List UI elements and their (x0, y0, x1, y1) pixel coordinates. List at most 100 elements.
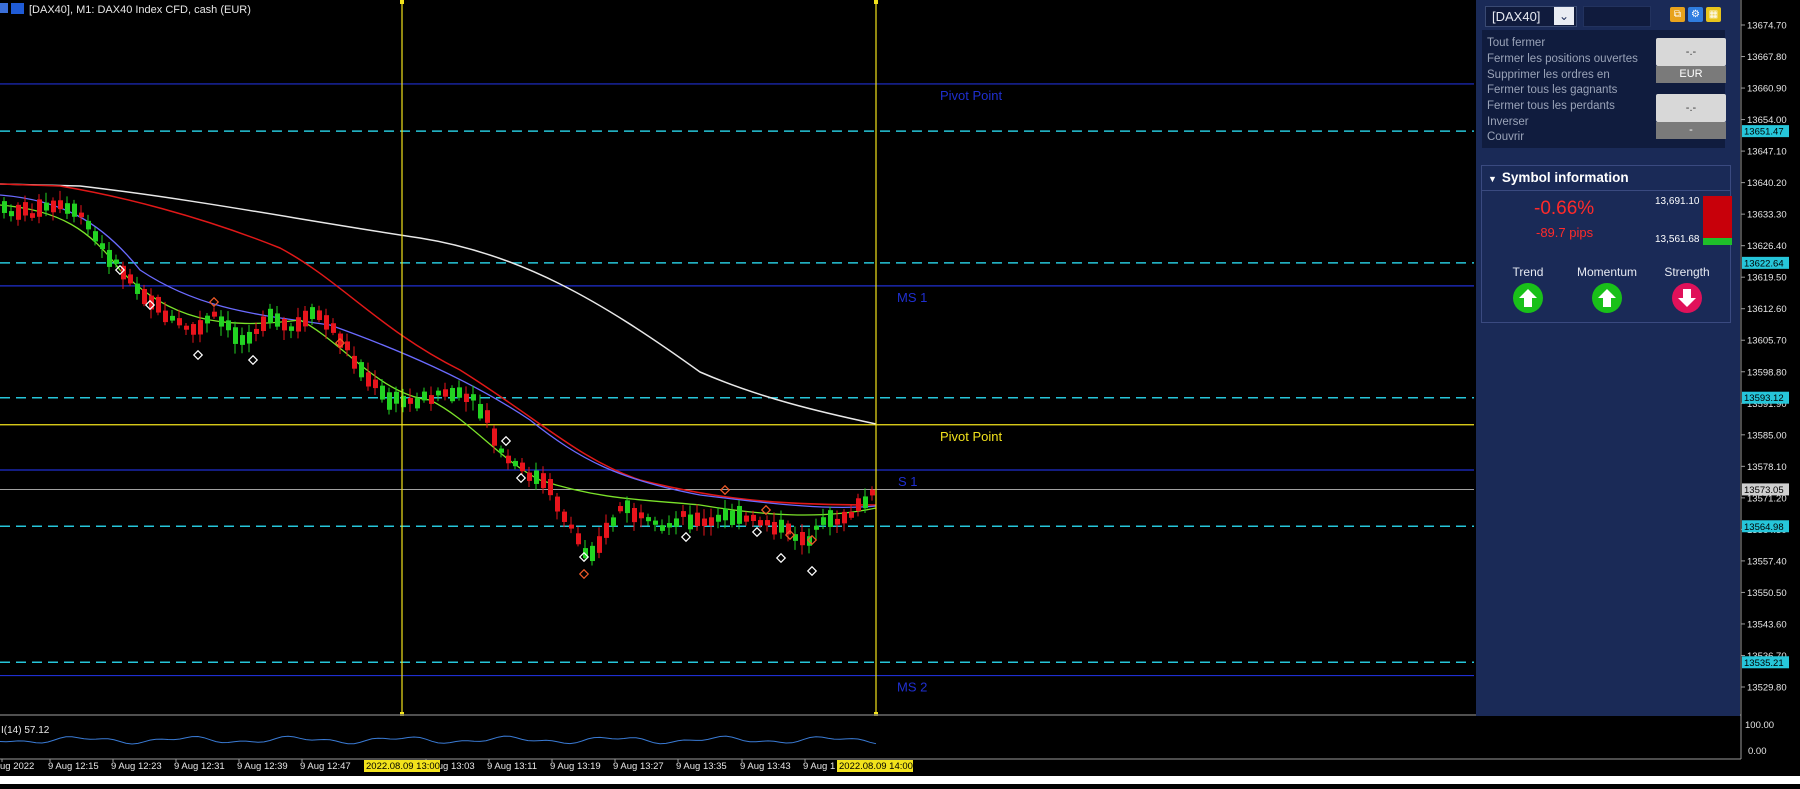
candle-body (44, 202, 49, 211)
candle-body (261, 316, 266, 332)
candle-body (632, 508, 637, 523)
menu-close-positions[interactable]: Fermer les positions ouvertes (1487, 53, 1638, 65)
time-tick-label: 9 Aug 13:11 (487, 761, 537, 772)
candle-body (373, 379, 378, 389)
volume-input[interactable] (1583, 6, 1651, 27)
time-tick-label: ug 2022 (0, 761, 34, 772)
current-price-badge-label: 13573.05 (1744, 485, 1784, 496)
candle-body (114, 259, 119, 264)
candle-body (247, 331, 252, 344)
candle-body (37, 199, 42, 217)
svg-text:[DAX40], M1: DAX40 Index CFD,: [DAX40], M1: DAX40 Index CFD, cash (EUR) (29, 4, 251, 16)
candle-body (856, 498, 861, 511)
candle-body (457, 387, 462, 398)
sell-button[interactable]: -.- (1656, 38, 1726, 66)
candle-body (352, 355, 357, 369)
price-tick-label: 13605.70 (1747, 336, 1787, 347)
menu-close-winners[interactable]: Fermer tous les gagnants (1487, 84, 1617, 96)
candle-body (625, 500, 630, 514)
range-bar-fill (1703, 238, 1732, 245)
change-pips: -89.7 pips (1536, 225, 1594, 240)
candle-body (93, 231, 98, 242)
menu-reverse[interactable]: Inverser (1487, 116, 1529, 128)
candle-body (548, 479, 553, 496)
candle-body (534, 470, 539, 484)
candle-body (387, 392, 392, 410)
time-tick-label: 9 Aug 13:27 (613, 761, 664, 772)
candle-body (772, 522, 777, 535)
candle-body (226, 320, 231, 331)
candle-body (16, 204, 21, 220)
level-label: S 1 (898, 474, 918, 489)
candle-body (667, 523, 672, 528)
price-tick-label: 13585.00 (1747, 430, 1787, 441)
menu-close-all[interactable]: Tout fermer (1487, 37, 1545, 49)
candle-body (275, 313, 280, 327)
candle-body (254, 328, 259, 334)
menu-close-losers[interactable]: Fermer tous les perdants (1487, 100, 1615, 112)
candle-body (422, 391, 427, 401)
candle-body (51, 200, 56, 213)
candle-body (100, 243, 105, 250)
chevron-down-icon[interactable]: ⌄ (1554, 7, 1574, 25)
candle-body (324, 315, 329, 330)
candle-body (555, 496, 560, 512)
candle-body (9, 211, 14, 217)
candle-body (751, 514, 756, 521)
candle-body (674, 518, 679, 527)
menu-delete-orders[interactable]: Supprimer les ordres en (1487, 69, 1610, 81)
candle-body (562, 511, 567, 522)
candle-body (443, 389, 448, 397)
change-percent: -0.66% (1534, 198, 1595, 219)
candle-body (506, 455, 511, 464)
candle-body (821, 517, 826, 525)
copy-icon[interactable]: ⧉ (1670, 7, 1685, 22)
price-tick-label: 13612.60 (1747, 304, 1787, 315)
candle-body (702, 518, 707, 527)
trade-actions: Tout fermer Fermer les positions ouverte… (1482, 30, 1726, 148)
candle-body (471, 394, 476, 401)
candle-body (450, 387, 455, 402)
candle-body (86, 220, 91, 230)
candle-body (58, 200, 63, 210)
price-tick-label: 13660.90 (1747, 84, 1787, 95)
candle-body (653, 520, 658, 525)
momentum-label: Momentum (1576, 265, 1638, 279)
candle-body (723, 508, 728, 521)
candle-body (611, 517, 616, 527)
settings-icon[interactable]: ⚙ (1688, 7, 1703, 22)
candle-body (485, 410, 490, 423)
candle-body (135, 283, 140, 294)
candle-body (541, 473, 546, 489)
candle-body (842, 511, 847, 524)
menu-hedge[interactable]: Couvrir (1487, 131, 1524, 143)
time-tick-label: 9 Aug 12:15 (48, 761, 99, 772)
symbol-info-header[interactable]: ▼ Symbol information (1482, 166, 1730, 191)
symbol-value: [DAX40] (1492, 9, 1541, 24)
price-tick-label: 13667.80 (1747, 52, 1787, 63)
time-marker-badge-label: 2022.08.09 13:00 (366, 761, 440, 772)
candle-body (870, 489, 875, 496)
cyan-level-badge-label: 13535.21 (1744, 658, 1784, 669)
candle-body (492, 428, 497, 446)
candle-body (429, 395, 434, 404)
price-tick-label: 13647.10 (1747, 147, 1787, 158)
candle-body (205, 315, 210, 324)
candle-body (191, 324, 196, 335)
candle-body (30, 213, 35, 218)
grid-icon[interactable]: ▦ (1706, 7, 1721, 22)
candle-body (779, 519, 784, 533)
cyan-level-badge-label: 13593.12 (1744, 393, 1784, 404)
level-label: Pivot Point (940, 429, 1003, 444)
candle-body (835, 518, 840, 525)
indicator-axis-min: 0.00 (1748, 746, 1767, 757)
trade-panel: [DAX40] ⌄ ⧉ ⚙ ▦ Tout fermer Fermer les p… (1476, 0, 1740, 716)
candle-body (499, 448, 504, 453)
buy-button[interactable]: -.- (1656, 94, 1726, 122)
price-tick-label: 13598.80 (1747, 367, 1787, 378)
candle-body (177, 318, 182, 326)
candle-body (513, 460, 518, 467)
buy-sub-label: - (1656, 122, 1726, 139)
collapse-triangle-icon[interactable]: ▼ (1488, 167, 1497, 191)
time-tick-label: 9 Aug 13:35 (676, 761, 727, 772)
